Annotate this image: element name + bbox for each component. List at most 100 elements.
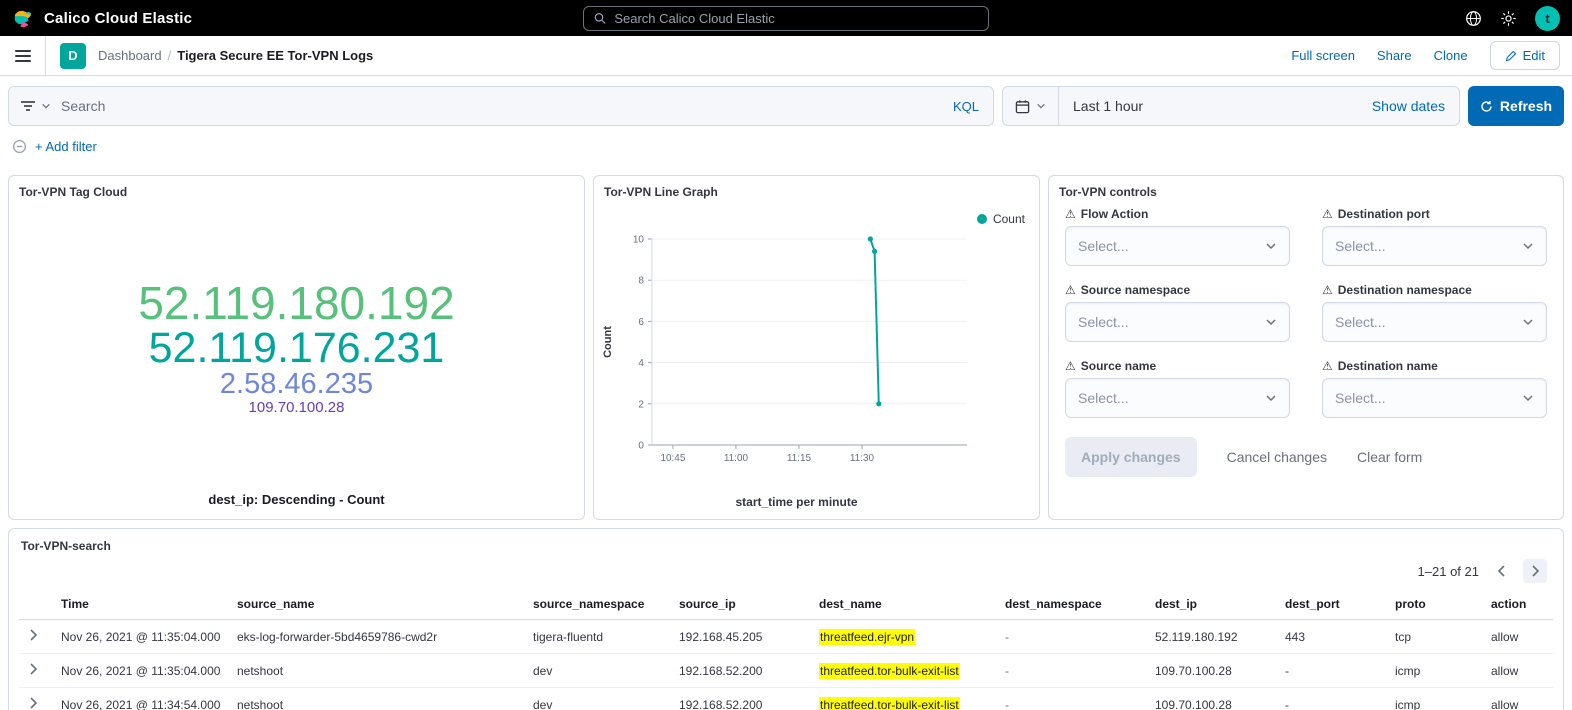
search-input[interactable] <box>61 98 939 114</box>
control-select[interactable]: Select... <box>1065 226 1290 266</box>
tag-cloud: 52.119.180.192 52.119.176.231 2.58.46.23… <box>9 203 584 492</box>
control-select[interactable]: Select... <box>1065 302 1290 342</box>
add-filter-link[interactable]: + Add filter <box>35 139 97 154</box>
pencil-icon <box>1505 50 1517 62</box>
line-graph-panel: Tor-VPN Line Graph Count Count 024681010… <box>593 175 1040 520</box>
tag-cloud-word[interactable]: 109.70.100.28 <box>249 400 345 415</box>
cell-dest-port: - <box>1277 654 1387 688</box>
column-header-source-namespace[interactable]: source_namespace <box>525 589 671 620</box>
global-search[interactable] <box>583 6 989 31</box>
cell-proto: icmp <box>1387 688 1483 710</box>
refresh-button[interactable]: Refresh <box>1468 86 1564 126</box>
control-field-label: Destination namespace <box>1338 283 1472 297</box>
expand-row-icon[interactable] <box>29 663 38 675</box>
svg-text:4: 4 <box>638 358 644 369</box>
cell-source-name: netshoot <box>229 654 525 688</box>
control-field-label: Source namespace <box>1081 283 1190 297</box>
chevron-left-icon <box>1497 565 1506 577</box>
top-app-bar: Calico Cloud Elastic t <box>0 0 1572 36</box>
control-field-label: Destination name <box>1338 359 1438 373</box>
saved-query-menu-button[interactable] <box>9 87 61 125</box>
results-table: Timesource_namesource_namespacesource_ip… <box>19 589 1553 710</box>
kql-search-box: KQL <box>8 86 994 126</box>
user-avatar[interactable]: t <box>1535 6 1560 31</box>
column-header-dest-port[interactable]: dest_port <box>1277 589 1387 620</box>
expand-row-icon[interactable] <box>29 697 38 709</box>
column-header-dest-ip[interactable]: dest_ip <box>1147 589 1277 620</box>
breadcrumb-dashboard[interactable]: Dashboard <box>98 48 162 63</box>
cell-dest-ip: 109.70.100.28 <box>1147 654 1277 688</box>
clone-link[interactable]: Clone <box>1434 48 1468 63</box>
cell-source-namespace: dev <box>525 654 671 688</box>
expand-row-icon[interactable] <box>29 629 38 641</box>
cancel-changes-button[interactable]: Cancel changes <box>1227 449 1327 465</box>
full-screen-link[interactable]: Full screen <box>1291 48 1355 63</box>
breadcrumb-separator: / <box>168 48 172 63</box>
select-placeholder: Select... <box>1335 314 1386 330</box>
time-range-value[interactable]: Last 1 hour <box>1059 98 1157 114</box>
cell-action: allow <box>1483 654 1553 688</box>
table-header-row: Timesource_namesource_namespacesource_ip… <box>19 589 1553 620</box>
control-select[interactable]: Select... <box>1322 226 1547 266</box>
controls-panel: Tor-VPN controls ⚠ Flow Action Select...… <box>1048 175 1564 520</box>
chevron-down-icon <box>1036 101 1046 111</box>
column-header-dest-namespace[interactable]: dest_namespace <box>997 589 1147 620</box>
cell-dest-name: threatfeed.ejr-vpn <box>811 620 997 654</box>
table-row: Nov 26, 2021 @ 11:35:04.000 eks-log-forw… <box>19 620 1553 654</box>
settings-icon[interactable] <box>1500 10 1517 27</box>
tag-cloud-panel: Tor-VPN Tag Cloud 52.119.180.192 52.119.… <box>8 175 585 520</box>
table-row: Nov 26, 2021 @ 11:34:54.000 netshoot dev… <box>19 688 1553 710</box>
prev-page-button[interactable] <box>1489 559 1513 583</box>
cell-source-ip: 192.168.45.205 <box>671 620 811 654</box>
hamburger-icon <box>15 50 31 62</box>
column-header-source-ip[interactable]: source_ip <box>671 589 811 620</box>
svg-text:11:00: 11:00 <box>724 453 749 464</box>
global-search-input[interactable] <box>614 11 978 26</box>
column-header-dest-name[interactable]: dest_name <box>811 589 997 620</box>
column-header-proto[interactable]: proto <box>1387 589 1483 620</box>
chevron-down-icon <box>1265 316 1277 328</box>
edit-button[interactable]: Edit <box>1490 41 1560 70</box>
warning-icon: ⚠ <box>1065 208 1076 220</box>
cell-proto: tcp <box>1387 620 1483 654</box>
cell-dest-namespace: - <box>997 688 1147 710</box>
tag-cloud-word[interactable]: 2.58.46.235 <box>220 370 373 400</box>
menu-button[interactable] <box>0 36 46 75</box>
filter-bar: + Add filter <box>8 135 1564 157</box>
line-chart: Count 024681010:4511:0011:1511:30 <box>594 203 1039 493</box>
column-header-action[interactable]: action <box>1483 589 1553 620</box>
tag-cloud-word[interactable]: 52.119.176.231 <box>149 327 445 371</box>
svg-text:2: 2 <box>638 399 644 410</box>
column-header-source-name[interactable]: source_name <box>229 589 525 620</box>
cell-dest-namespace: - <box>997 654 1147 688</box>
svg-text:8: 8 <box>638 276 644 287</box>
globe-icon[interactable] <box>1465 10 1482 27</box>
control-select[interactable]: Select... <box>1322 302 1547 342</box>
tag-cloud-word[interactable]: 52.119.180.192 <box>138 280 454 327</box>
chevron-down-icon <box>1265 392 1277 404</box>
warning-icon: ⚠ <box>1065 360 1076 372</box>
svg-text:6: 6 <box>638 317 644 328</box>
apply-changes-button[interactable]: Apply changes <box>1065 437 1197 477</box>
date-quick-select-button[interactable] <box>1003 87 1059 125</box>
chevron-right-icon <box>1531 565 1540 577</box>
control-field-label: Destination port <box>1338 207 1430 221</box>
controls-form: ⚠ Flow Action Select... ⚠ Destination po… <box>1049 203 1563 477</box>
svg-text:10:45: 10:45 <box>660 453 685 464</box>
show-dates-link[interactable]: Show dates <box>1358 98 1459 114</box>
control-select[interactable]: Select... <box>1322 378 1547 418</box>
search-results-panel: Tor-VPN-search 1–21 of 21 Timesource_nam… <box>8 528 1564 710</box>
column-header-time[interactable]: Time <box>53 589 229 620</box>
control-field-label: Flow Action <box>1081 207 1149 221</box>
refresh-icon <box>1480 100 1493 113</box>
clear-form-button[interactable]: Clear form <box>1357 449 1422 465</box>
filter-menu-icon[interactable] <box>12 139 27 154</box>
control-field: ⚠ Flow Action Select... <box>1065 207 1290 266</box>
kql-toggle[interactable]: KQL <box>939 99 993 114</box>
next-page-button[interactable] <box>1523 559 1547 583</box>
control-select[interactable]: Select... <box>1065 378 1290 418</box>
filter-icon <box>20 99 36 113</box>
select-placeholder: Select... <box>1078 238 1129 254</box>
panel-title: Tor-VPN Line Graph <box>594 176 1039 203</box>
share-link[interactable]: Share <box>1377 48 1412 63</box>
